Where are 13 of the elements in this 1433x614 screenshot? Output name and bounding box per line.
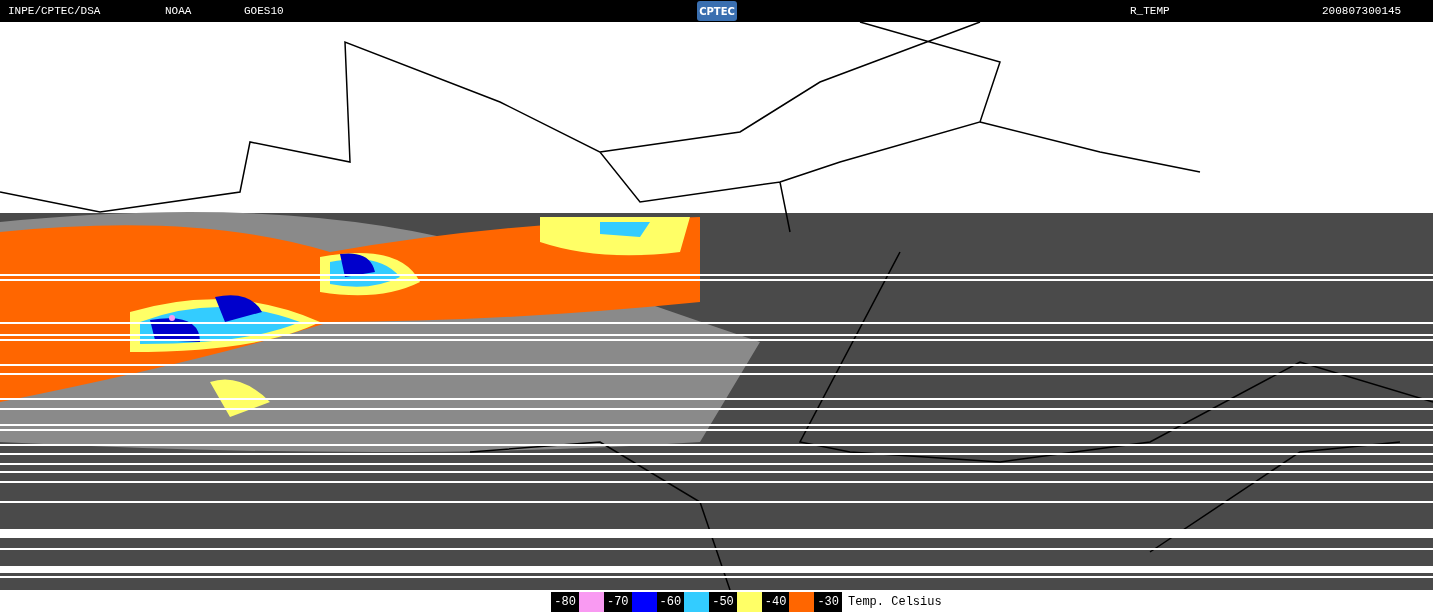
legend-label: -40 <box>761 592 790 612</box>
legend-unit: Temp. Celsius <box>847 594 942 611</box>
timestamp-label: 200807300145 <box>1322 5 1402 17</box>
logo: CPTEC <box>697 1 737 21</box>
source-label: INPE/CPTEC/DSA <box>8 5 102 17</box>
product-label: R_TEMP <box>1130 5 1171 17</box>
legend-label: -60 <box>656 592 685 612</box>
satellite-label: GOES10 <box>244 5 285 17</box>
legend-label: -30 <box>814 592 842 612</box>
legend-label: -70 <box>603 592 632 612</box>
legend-label: -50 <box>709 592 737 612</box>
legend-label: -80 <box>551 592 579 612</box>
agency-label: NOAA <box>165 5 193 17</box>
